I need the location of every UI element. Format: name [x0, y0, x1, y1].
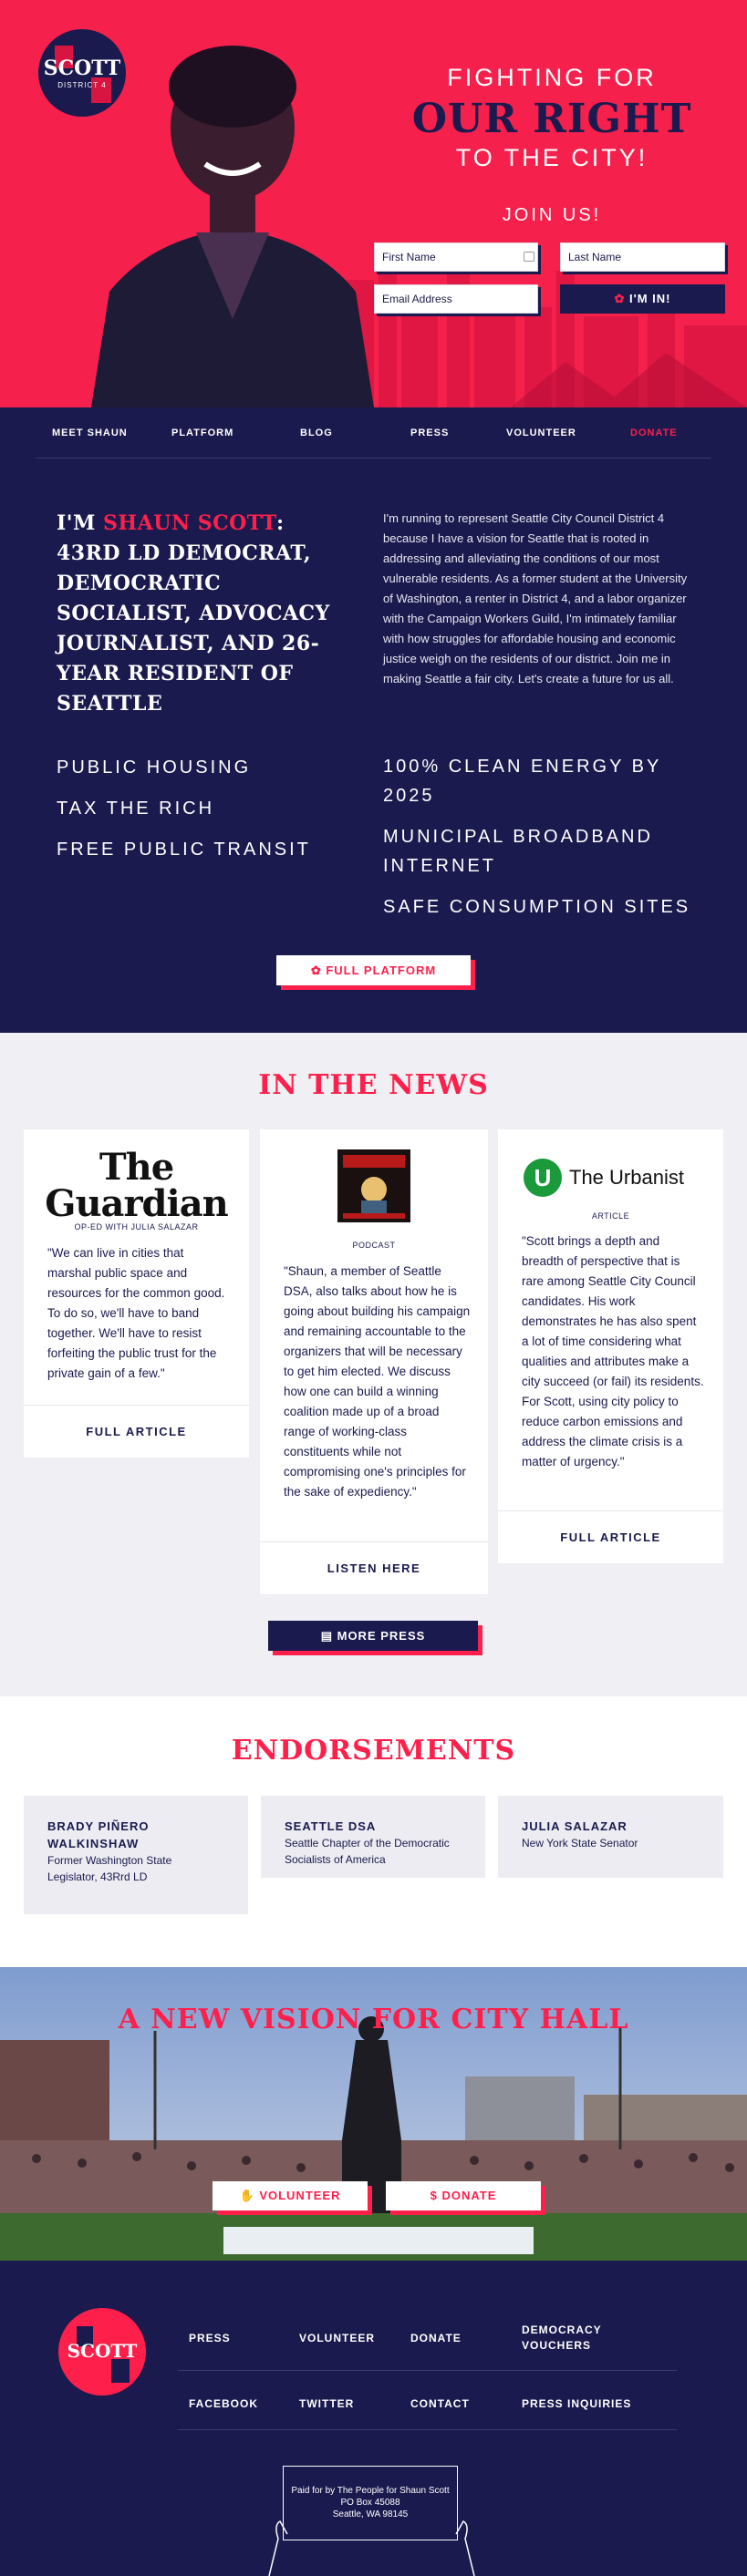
paid-line-2: PO Box 45088	[340, 2498, 400, 2508]
intro-im: I'M	[57, 511, 104, 535]
news-section: IN THE NEWS The Guardian OP-ED WITH JULI…	[0, 1033, 747, 1696]
last-name-input[interactable]: Last Name	[560, 242, 725, 272]
urbanist-wordmark: The Urbanist	[569, 1166, 684, 1189]
autofill-icon[interactable]	[524, 252, 534, 262]
urbanist-logo-icon: U	[524, 1159, 562, 1197]
paid-line-3: Seattle, WA 98145	[332, 2509, 409, 2519]
news-card-urbanist: U The Urbanist ARTICLE "Scott brings a d…	[498, 1129, 723, 1563]
news-quote: "Scott brings a depth and breadth of per…	[522, 1234, 704, 1468]
footer-democracy-vouchers[interactable]: DEMOCRACY VOUCHERS	[522, 2323, 622, 2354]
endorser-name: BRADY PIÑERO WALKINSHAW	[47, 1819, 150, 1850]
nav-meet-shaun[interactable]: MEET SHAUN	[52, 428, 128, 438]
nav-donate[interactable]: DONATE	[630, 428, 678, 438]
footer-facebook[interactable]: FACEBOOK	[189, 2396, 258, 2412]
news-heading: IN THE NEWS	[258, 1069, 489, 1101]
first-name-input[interactable]: First Name	[374, 242, 538, 272]
issue-broadband: MUNICIPAL BROADBAND INTERNET	[383, 827, 653, 876]
podcast-cover-icon	[337, 1149, 410, 1222]
paid-line-1: Paid for by The People for Shaun Scott	[291, 2486, 450, 2496]
full-article-link[interactable]: FULL ARTICLE	[24, 1405, 249, 1458]
issue-tax-the-rich: TAX THE RICH	[57, 799, 215, 819]
news-kicker: OP-ED WITH JULIA SALAZAR	[74, 1222, 199, 1231]
issue-safe-consumption: SAFE CONSUMPTION SITES	[383, 897, 691, 917]
svg-text:U: U	[534, 1164, 552, 1191]
news-card-podcast: PODCAST "Shaun, a member of Seattle DSA,…	[260, 1129, 488, 1594]
footer-divider	[178, 2370, 677, 2371]
guardian-logo: The Guardian	[45, 1146, 228, 1225]
footer-press-inquiries[interactable]: PRESS INQUIRIES	[522, 2396, 631, 2412]
issue-clean-energy: 100% CLEAN ENERGY BY 2025	[383, 757, 661, 806]
nav-volunteer[interactable]: VOLUNTEER	[506, 428, 576, 438]
volunteer-label: VOLUNTEER	[259, 2189, 341, 2202]
money-icon: $	[430, 2189, 438, 2202]
footer-divider	[178, 2429, 677, 2430]
vision-heading: A NEW VISION FOR CITY HALL	[118, 2004, 629, 2035]
hero-section: SCOTT DISTRICT 4 FIGHTING FOR OUR RIGHT …	[0, 0, 747, 407]
donate-button[interactable]: $ DONATE	[386, 2181, 541, 2210]
hand-icon: ✋	[239, 2189, 255, 2202]
footer-press[interactable]: PRESS	[189, 2331, 231, 2346]
newspaper-icon: ▤	[320, 1629, 333, 1643]
paid-for-notice: Paid for by The People for Shaun Scott P…	[283, 2466, 458, 2540]
endorser-desc: Former Washington State Legislator, 43Rr…	[47, 1854, 172, 1883]
main-nav: MEET SHAUN PLATFORM BLOG PRESS VOLUNTEER…	[0, 407, 747, 459]
im-in-button[interactable]: ✿ I'M IN!	[560, 284, 725, 314]
intro-body: I'm running to represent Seattle City Co…	[383, 511, 688, 685]
nav-press[interactable]: PRESS	[410, 428, 449, 438]
footer-donate[interactable]: DONATE	[410, 2331, 462, 2346]
news-kicker: ARTICLE	[591, 1211, 630, 1221]
endorsements-section: ENDORSEMENTS BRADY PIÑERO WALKINSHAW For…	[0, 1696, 747, 1967]
headline-line-3: TO THE CITY!	[455, 144, 648, 171]
full-article-link[interactable]: FULL ARTICLE	[498, 1510, 723, 1563]
news-card-guardian: The Guardian OP-ED WITH JULIA SALAZAR "W…	[24, 1129, 249, 1458]
full-platform-label: FULL PLATFORM	[326, 963, 437, 977]
vision-section: A NEW VISION FOR CITY HALL ✋ VOLUNTEER $…	[0, 1967, 747, 2261]
intro-name: SHAUN SCOTT	[103, 511, 276, 535]
intro-headline: I'M SHAUN SCOTT: 43RD LD DEMOCRAT, DEMOC…	[57, 509, 348, 719]
nav-platform[interactable]: PLATFORM	[171, 428, 233, 438]
issue-public-housing: PUBLIC HOUSING	[57, 757, 252, 778]
rose-icon: ✿	[310, 963, 322, 977]
more-press-label: MORE PRESS	[337, 1629, 426, 1643]
news-quote: "Shaun, a member of Seattle DSA, also ta…	[284, 1264, 471, 1499]
endorser-name: JULIA SALAZAR	[522, 1819, 628, 1833]
endorsement-card: JULIA SALAZAR New York State Senator	[498, 1796, 723, 1878]
svg-text:SCOTT: SCOTT	[67, 2340, 138, 2362]
footer-twitter[interactable]: TWITTER	[299, 2396, 354, 2412]
endorser-name: SEATTLE DSA	[285, 1819, 377, 1833]
news-kicker: PODCAST	[352, 1241, 396, 1250]
intro-section: I'M SHAUN SCOTT: 43RD LD DEMOCRAT, DEMOC…	[0, 459, 747, 1033]
issue-free-transit: FREE PUBLIC TRANSIT	[57, 840, 311, 860]
intro-headline-rest: : 43RD LD DEMOCRAT, DEMOCRATIC SOCIALIST…	[57, 511, 330, 716]
im-in-label: I'M IN!	[629, 292, 671, 305]
site-footer: SCOTT PRESS VOLUNTEER DONATE DEMOCRACY V…	[0, 2261, 747, 2576]
scott-logo: SCOTT DISTRICT 4	[38, 29, 126, 117]
join-us-label: JOIN US!	[502, 205, 602, 225]
volunteer-button[interactable]: ✋ VOLUNTEER	[213, 2181, 368, 2210]
rose-icon: ✿	[614, 292, 626, 305]
listen-here-link[interactable]: LISTEN HERE	[260, 1541, 488, 1594]
more-press-button[interactable]: ▤ MORE PRESS	[268, 1621, 478, 1651]
endorsements-heading: ENDORSEMENTS	[231, 1735, 516, 1767]
email-input[interactable]: Email Address	[374, 284, 538, 314]
endorsement-card: BRADY PIÑERO WALKINSHAW Former Washingto…	[24, 1796, 248, 1914]
footer-volunteer[interactable]: VOLUNTEER	[299, 2331, 375, 2346]
hero-headline: FIGHTING FOR OUR RIGHT TO THE CITY! JOIN…	[365, 64, 739, 226]
endorsement-card: SEATTLE DSA Seattle Chapter of the Democ…	[261, 1796, 485, 1878]
svg-text:SCOTT: SCOTT	[44, 57, 121, 80]
footer-contact[interactable]: CONTACT	[410, 2396, 470, 2412]
endorser-desc: New York State Senator	[522, 1837, 638, 1850]
endorser-desc: Seattle Chapter of the Democratic Social…	[285, 1837, 450, 1866]
headline-line-1: FIGHTING FOR	[447, 64, 657, 91]
donate-label: DONATE	[441, 2189, 497, 2202]
news-quote: "We can live in cities that marshal publ…	[47, 1246, 225, 1380]
headline-line-2: OUR RIGHT	[411, 96, 692, 142]
nav-blog[interactable]: BLOG	[300, 428, 333, 438]
svg-text:DISTRICT 4: DISTRICT 4	[57, 81, 106, 89]
full-platform-button[interactable]: ✿ FULL PLATFORM	[276, 955, 471, 985]
footer-logo: SCOTT	[58, 2308, 146, 2396]
